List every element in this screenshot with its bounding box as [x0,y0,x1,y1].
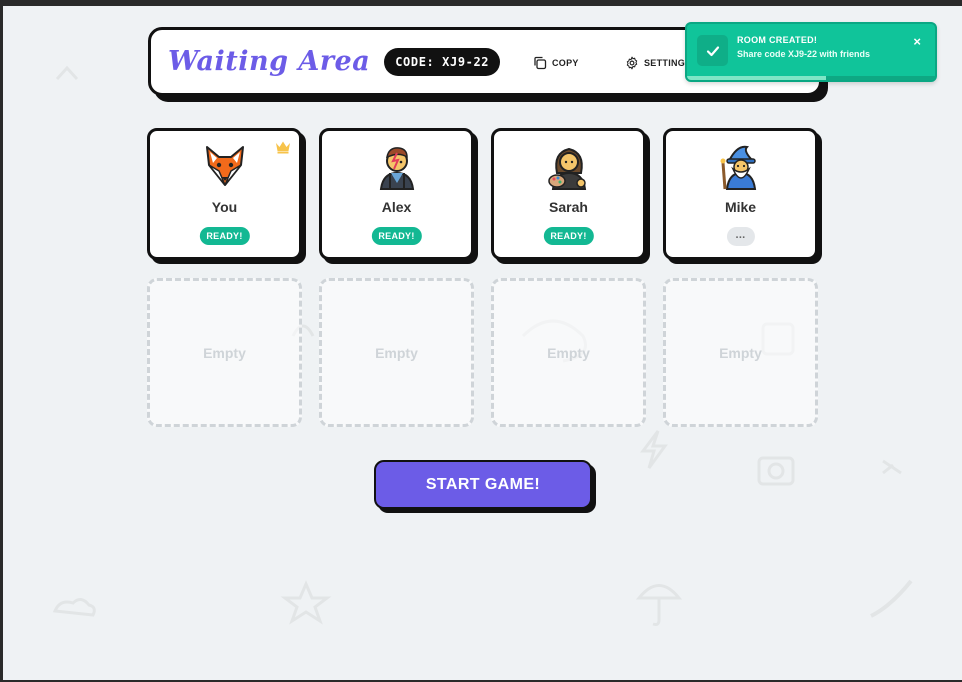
artist-icon [547,147,586,190]
waiting-room-page: Waiting Area CODE: XJ9-22 COPY SETTINGS … [3,6,962,680]
toast-message: Share code XJ9-22 with friends [737,49,871,59]
gear-icon [626,56,638,70]
close-icon[interactable]: × [913,35,921,48]
status-badge: ... [726,227,755,246]
room-created-toast: ROOM CREATED! Share code XJ9-22 with fri… [685,22,937,82]
room-code-badge: CODE: XJ9-22 [384,47,501,76]
toast-title: ROOM CREATED! [737,35,818,45]
empty-slot: Empty [319,278,474,427]
status-badge: READY! [199,227,250,245]
player-card: Sarah READY! [491,128,646,260]
empty-slot: Empty [491,278,646,427]
toast-progress-bar [687,76,826,80]
status-badge: READY! [371,227,422,245]
copy-button[interactable]: COPY [533,56,579,70]
player-name: You [211,199,238,215]
player-card: Alex READY! [319,128,474,260]
toast-progress-track [687,76,935,80]
crown-icon [276,141,290,154]
player-name: Sarah [549,199,588,215]
empty-slot: Empty [147,278,302,427]
player-card: You READY! [147,128,302,260]
fox-icon [205,146,244,186]
player-name: Mike [724,199,757,215]
empty-slot: Empty [663,278,818,427]
check-icon [697,35,728,66]
copy-label: COPY [552,58,579,68]
player-name: Alex [381,199,412,215]
start-game-button[interactable]: START GAME! [374,460,592,509]
player-card: Mike ... [663,128,818,260]
page-title: Waiting Area [168,46,371,77]
settings-button[interactable]: SETTINGS [625,56,691,70]
copy-icon [534,56,547,70]
status-badge: READY! [543,227,594,245]
singer-icon [379,147,414,190]
wizard-icon [720,145,756,190]
